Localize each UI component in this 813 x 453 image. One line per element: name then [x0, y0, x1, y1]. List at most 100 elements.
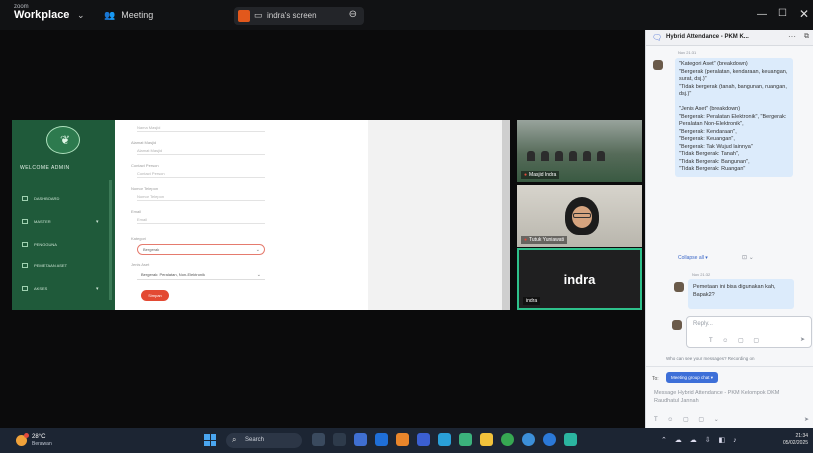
app-brand: zoom Workplace — [14, 4, 69, 21]
send-icon[interactable]: ➤ — [804, 416, 809, 423]
title-bar: zoom Workplace ⌄ 👥 Meeting ▭ indra's scre… — [0, 0, 813, 30]
kategori-select[interactable]: Bergerak ⌄ — [137, 244, 265, 255]
app-icon[interactable] — [417, 433, 430, 446]
phone-input[interactable]: Nomor Telepon — [137, 193, 265, 201]
widgets-icon[interactable] — [312, 433, 325, 446]
sidebar-item-label: AKSES — [34, 286, 48, 291]
field-label: Nomor Telepon — [131, 186, 159, 191]
mic-muted-icon: ● — [524, 172, 528, 178]
search-icon: ⌕ — [232, 435, 237, 444]
shared-scrollbar[interactable] — [502, 120, 510, 310]
chat-header: 🗨 Hybrid Attendance - PKM K... ··· ⧉ — [646, 30, 813, 46]
composer-tools[interactable]: T ☺ ▢ ▢ ⌄ — [654, 416, 723, 423]
taskbar-search[interactable]: ⌕ Search — [226, 433, 302, 448]
message-time: Nov 21:32 — [692, 272, 711, 277]
avatar — [653, 60, 663, 70]
clock[interactable]: 21:34 05/02/2025 — [783, 433, 808, 447]
reply-placeholder: Reply... — [693, 321, 713, 327]
form-panel: Nama Masjid Alamat Masjid Alamat Masjid … — [115, 120, 368, 310]
participant-name: ● Tutuk Yuniawati — [521, 236, 568, 244]
message-text: Pemetaan ini bisa digunakan kah, Bapak2? — [693, 284, 776, 298]
nama-masjid-input[interactable]: Nama Masjid — [137, 124, 265, 132]
sidebar-item-label: PEMETAAN ASET — [34, 263, 68, 268]
jenis-label: Jenis Aset — [131, 262, 150, 267]
privacy-notice[interactable]: Who can see your messages? Recording on — [666, 356, 755, 361]
reply-input[interactable]: Reply... T ☺ ▢ ▢ ➤ — [686, 316, 812, 348]
notification-dot — [24, 433, 29, 438]
alamat-input[interactable]: Alamat Masjid — [137, 147, 265, 155]
app-icon[interactable] — [564, 433, 577, 446]
field-label: Alamat Masjid — [131, 140, 157, 145]
mic-muted-icon: ● — [524, 237, 528, 243]
view-options-icon[interactable]: ⊖ — [349, 9, 357, 20]
reply-icon[interactable]: ⊡ ⌄ — [742, 254, 754, 261]
save-button[interactable]: Simpan — [141, 290, 169, 301]
participant-name: indra — [523, 297, 541, 305]
chrome-icon[interactable] — [522, 433, 535, 446]
shared-sidebar: ❦ WELCOME ADMIN DASHBOARD MASTER ▾ PENGG… — [12, 120, 115, 310]
app-icon[interactable] — [459, 433, 472, 446]
welcome-text: WELCOME ADMIN — [20, 165, 70, 171]
kategori-label: Kategori — [131, 236, 146, 241]
avatar — [674, 282, 684, 292]
app-logo: ❦ — [46, 126, 80, 154]
brand-name: Workplace — [14, 9, 70, 21]
video-tile-room[interactable]: ● Masjid Indra — [517, 120, 642, 182]
app-icon[interactable] — [543, 433, 556, 446]
user-icon — [22, 242, 28, 248]
system-tray[interactable]: ⌃ ☁ ☁ ⇩ ◧ ♪ — [661, 436, 740, 444]
windows-start-icon[interactable] — [204, 434, 216, 446]
minimize-icon[interactable]: — — [757, 9, 767, 20]
email-input[interactable]: Email — [137, 216, 265, 224]
sidebar-item-label: PENGGUNA — [34, 242, 57, 247]
jenis-aset-select[interactable]: Bergerak: Peralatan, Non-Elektronik ⌄ — [137, 270, 265, 280]
chat-message[interactable]: Pemetaan ini bisa digunakan kah, Bapak2? — [688, 279, 794, 309]
zoom-icon[interactable] — [375, 433, 388, 446]
edge-icon[interactable] — [438, 433, 451, 446]
close-icon[interactable]: ✕ — [799, 7, 809, 21]
sidebar-item-pemetaan-aset[interactable]: PEMETAAN ASET — [22, 263, 68, 269]
monitor-icon: ▭ — [254, 10, 263, 20]
team-icon: 👥 — [104, 10, 116, 20]
video-tile-person[interactable]: ● Tutuk Yuniawati — [517, 185, 642, 247]
chat-message[interactable]: "Kategori Aset" (breakdown) "Bergerak (p… — [675, 58, 793, 177]
sidebar-item-dashboard[interactable]: DASHBOARD — [22, 196, 59, 202]
file-explorer-icon[interactable] — [480, 433, 493, 446]
to-label: To: — [652, 376, 659, 382]
message-text: "Kategori Aset" (breakdown) "Bergerak (p… — [679, 61, 788, 172]
chevron-down-icon: ▾ — [96, 286, 99, 292]
send-icon[interactable]: ➤ — [800, 336, 805, 343]
share-label: indra's screen — [267, 11, 317, 20]
field-label: Email — [131, 209, 142, 214]
task-view-icon[interactable] — [333, 433, 346, 446]
field-label: Contact Person — [131, 163, 159, 168]
stop-share-icon[interactable] — [238, 10, 250, 22]
blank-area — [368, 120, 510, 310]
chrome-icon[interactable] — [501, 433, 514, 446]
more-options-icon[interactable]: ··· — [788, 32, 796, 41]
search-label: Search — [245, 437, 265, 443]
teams-icon[interactable] — [354, 433, 367, 446]
recipient-select[interactable]: Meeting group chat ▾ — [666, 372, 719, 383]
screen-share-pill[interactable]: ▭ indra's screen ⊖ — [234, 7, 364, 25]
maximize-icon[interactable]: ☐ — [778, 8, 787, 19]
chevron-down-icon: ⌄ — [255, 247, 260, 253]
format-tools[interactable]: T ☺ ▢ ▢ — [709, 337, 763, 344]
kategori-value: Bergerak — [143, 247, 160, 252]
collapse-all-button[interactable]: Collapse all ▾ — [678, 255, 708, 261]
message-time: Nov 21:31 — [678, 50, 697, 55]
video-tile-active-speaker[interactable]: indra indra — [517, 248, 642, 310]
chat-icon: 🗨 — [652, 33, 663, 42]
participant-face — [565, 197, 599, 235]
message-input[interactable]: Message Hybrid Attendance - PKM Kelompok… — [654, 389, 804, 405]
pop-out-icon[interactable]: ⧉ — [804, 33, 809, 41]
sidebar-item-master[interactable]: MASTER — [22, 219, 51, 225]
chevron-down-icon[interactable]: ⌄ — [77, 10, 85, 21]
meeting-tab[interactable]: 👥 Meeting — [104, 10, 153, 21]
app-icon[interactable] — [396, 433, 409, 446]
sidebar-item-akses[interactable]: AKSES — [22, 286, 48, 292]
contact-input[interactable]: Contact Person — [137, 170, 265, 178]
sidebar-scrollbar[interactable] — [109, 180, 112, 300]
clock-time: 21:34 — [795, 433, 809, 439]
sidebar-item-pengguna[interactable]: PENGGUNA — [22, 242, 57, 248]
